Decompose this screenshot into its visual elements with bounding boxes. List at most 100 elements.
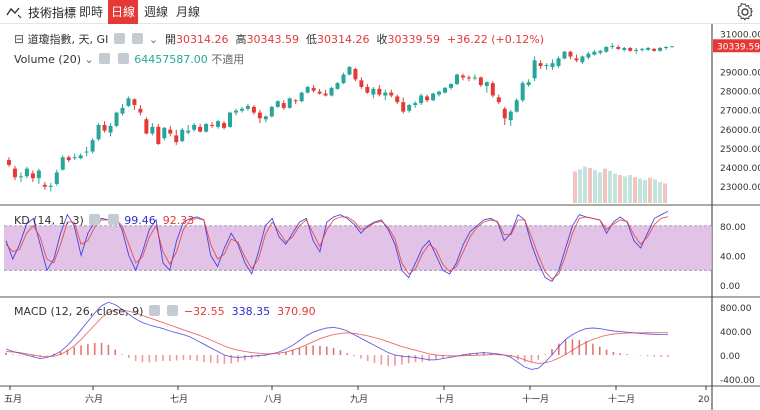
candle — [532, 60, 537, 79]
candle — [90, 140, 95, 152]
tab-monthly[interactable]: 月線 — [174, 0, 202, 24]
candle — [210, 124, 215, 126]
x-tick-label: 20 — [698, 395, 710, 405]
candle — [216, 121, 221, 127]
x-tick-label: 七月 — [170, 394, 188, 405]
candle — [162, 127, 167, 139]
candle — [562, 51, 567, 59]
candle — [437, 91, 442, 95]
eye-icon[interactable] — [113, 33, 125, 44]
candle — [281, 103, 286, 108]
candle — [514, 100, 519, 112]
close-icon[interactable] — [117, 53, 129, 64]
volume-legend: Volume (20) ⌄ 64457587.00 不適用 — [14, 51, 244, 67]
candle — [54, 172, 59, 184]
candle — [263, 116, 268, 120]
symbol-label: 道瓊指數, 天, GI — [27, 33, 109, 46]
candle — [407, 104, 412, 111]
macd-tick-label: -400.00 — [720, 376, 755, 386]
candle — [634, 49, 639, 51]
candle — [317, 91, 322, 94]
candle — [502, 108, 507, 119]
candle — [156, 126, 161, 144]
candle — [180, 129, 185, 142]
candle — [174, 135, 179, 143]
close-icon[interactable] — [107, 214, 119, 225]
tab-weekly[interactable]: 週線 — [142, 0, 170, 24]
candle — [574, 58, 579, 61]
candle — [472, 77, 477, 79]
candle — [401, 102, 406, 112]
gear-icon[interactable] — [736, 3, 754, 21]
signal-value: 370.90 — [277, 305, 316, 318]
volume-bar — [593, 170, 597, 203]
candle — [466, 77, 471, 79]
low-value: 30314.26 — [317, 33, 370, 46]
high-value: 30343.59 — [246, 33, 300, 46]
eye-icon[interactable] — [89, 214, 101, 225]
candle — [508, 111, 513, 121]
candle — [72, 157, 77, 159]
macd-tick-label: 800.00 — [720, 304, 752, 314]
candle — [478, 77, 483, 86]
volume-bar — [573, 171, 577, 203]
volume-status: 不適用 — [211, 53, 245, 66]
x-tick-label: 十二月 — [608, 393, 635, 405]
settings-icon[interactable] — [132, 33, 144, 44]
x-tick-label: 九月 — [350, 394, 368, 405]
candle — [150, 126, 155, 134]
candle — [622, 47, 627, 50]
hist-value: −32.55 — [183, 305, 225, 318]
candle — [544, 65, 549, 67]
volume-bar — [663, 183, 667, 203]
price-tick-label: 24000.00 — [720, 164, 760, 174]
chevron-down-icon[interactable]: ⌄ — [85, 53, 94, 66]
candle — [359, 80, 364, 87]
candle — [610, 46, 615, 48]
candle — [419, 95, 424, 104]
collapse-icon[interactable]: ⊟ — [14, 32, 24, 46]
close-icon[interactable] — [167, 305, 179, 316]
indicator-label[interactable]: 技術指標 — [28, 4, 76, 21]
candle — [592, 51, 597, 55]
eye-icon[interactable] — [148, 305, 160, 316]
candle — [496, 97, 501, 103]
k-value: 99.46 — [124, 214, 156, 227]
indicator-icon[interactable] — [6, 5, 22, 19]
volume-bar — [618, 175, 622, 203]
candle — [604, 47, 609, 52]
high-label: 高 — [235, 33, 247, 46]
candle — [550, 63, 555, 67]
candle — [383, 92, 388, 96]
candle — [66, 157, 71, 161]
volume-bar — [598, 172, 602, 203]
tab-realtime[interactable]: 即時 — [78, 0, 104, 24]
candle — [670, 46, 674, 48]
eye-icon[interactable] — [99, 53, 111, 64]
kd-tick-label: 40.00 — [720, 252, 746, 262]
candle — [30, 173, 35, 179]
candle — [490, 83, 495, 96]
candle — [204, 124, 209, 132]
candle — [413, 103, 418, 105]
candle — [526, 82, 531, 86]
candle — [353, 68, 358, 80]
candle — [7, 160, 11, 165]
candle — [431, 93, 436, 101]
candle — [299, 92, 304, 102]
candle — [520, 83, 525, 101]
candle — [664, 47, 669, 49]
candle — [556, 58, 561, 67]
kd-tick-label: 0.00 — [720, 282, 740, 292]
tab-daily[interactable]: 日線 — [108, 0, 138, 24]
candle — [449, 84, 453, 88]
candle — [640, 48, 645, 50]
candle — [60, 157, 65, 170]
candle — [365, 86, 370, 93]
candle — [305, 86, 310, 93]
volume-bar — [648, 177, 652, 203]
candle — [168, 129, 173, 134]
chevron-down-icon[interactable]: ⌄ — [149, 33, 158, 46]
macd-label: MACD (12, 26, close, 9) — [14, 305, 144, 318]
candle — [443, 87, 448, 93]
